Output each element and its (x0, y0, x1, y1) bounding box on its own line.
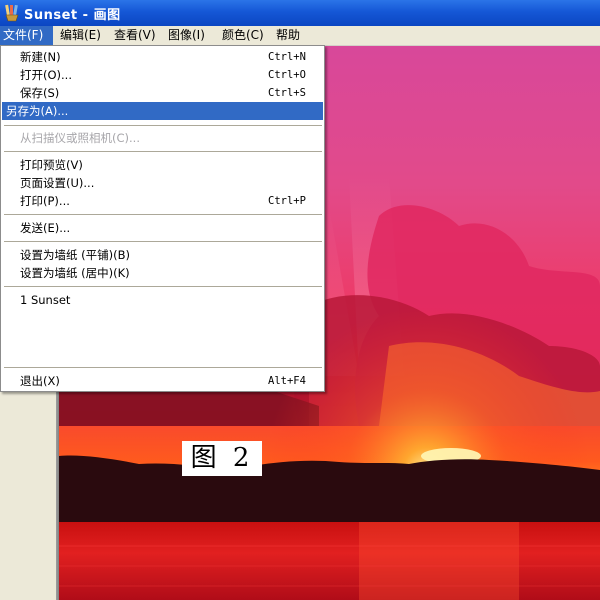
menu-item-send-label: 发送(E)... (20, 221, 71, 235)
title-bar: Sunset - 画图 (0, 0, 600, 26)
menu-item-exit-shortcut: Alt+F4 (268, 375, 306, 387)
menu-edit[interactable]: 编辑(E) (57, 26, 105, 45)
menu-separator (4, 151, 322, 152)
menu-separator (4, 125, 322, 126)
figure-caption: 图 2 (182, 441, 262, 476)
menu-item-new-label: 新建(N) (20, 50, 61, 64)
menu-item-page-setup-label: 页面设置(U)... (20, 176, 95, 190)
menu-image[interactable]: 图像(I) (165, 26, 213, 45)
menu-item-open-label: 打开(O)... (20, 68, 72, 82)
menu-item-save-label: 保存(S) (20, 86, 60, 100)
menu-separator (4, 367, 322, 368)
menu-help[interactable]: 帮助(H) (273, 26, 321, 61)
menu-item-page-setup[interactable]: 页面设置(U)... (2, 174, 323, 192)
menu-item-save[interactable]: 保存(S) Ctrl+S (2, 84, 323, 102)
menu-item-save-shortcut: Ctrl+S (268, 87, 306, 99)
menu-item-print[interactable]: 打印(P)... Ctrl+P (2, 192, 323, 210)
menu-bar: 文件(F) 编辑(E) 查看(V) 图像(I) 颜色(C) 帮助(H) (0, 26, 600, 61)
menu-item-save-as[interactable]: 另存为(A)... (2, 102, 323, 120)
menu-separator (4, 214, 322, 215)
menu-item-open[interactable]: 打开(O)... Ctrl+O (2, 66, 323, 84)
file-menu-dropdown: 新建(N) Ctrl+N 打开(O)... Ctrl+O 保存(S) Ctrl+… (0, 45, 325, 392)
menu-item-open-shortcut: Ctrl+O (268, 69, 306, 81)
menu-item-save-as-label: 另存为(A)... (6, 104, 69, 118)
menu-view[interactable]: 查看(V) (111, 26, 159, 45)
menu-item-wallpaper-centered-label: 设置为墙纸 (居中)(K) (20, 266, 130, 280)
menu-item-exit-label: 退出(X) (20, 374, 60, 388)
menu-colors[interactable]: 颜色(C) (219, 26, 267, 45)
menu-file[interactable]: 文件(F) (0, 26, 53, 45)
menu-item-wallpaper-tiled[interactable]: 设置为墙纸 (平铺)(B) (2, 246, 323, 264)
menu-item-wallpaper-tiled-label: 设置为墙纸 (平铺)(B) (20, 248, 130, 262)
menu-item-exit[interactable]: 退出(X) Alt+F4 (2, 372, 323, 390)
paint-brush-icon (5, 4, 19, 22)
menu-item-wallpaper-centered[interactable]: 设置为墙纸 (居中)(K) (2, 264, 323, 282)
menu-item-print-shortcut: Ctrl+P (268, 195, 306, 207)
menu-item-print-preview-label: 打印预览(V) (20, 158, 83, 172)
menu-item-from-scanner[interactable]: 从扫描仪或照相机(C)... (2, 129, 323, 147)
menu-separator (4, 241, 322, 242)
menu-item-print-label: 打印(P)... (20, 194, 70, 208)
menu-item-from-scanner-label: 从扫描仪或照相机(C)... (20, 131, 140, 145)
menu-item-recent-file[interactable]: 1 Sunset (2, 291, 323, 309)
menu-item-print-preview[interactable]: 打印预览(V) (2, 156, 323, 174)
window-title: Sunset - 画图 (24, 8, 121, 23)
menu-item-recent-file-label: 1 Sunset (20, 293, 71, 307)
menu-item-new[interactable]: 新建(N) Ctrl+N (2, 48, 323, 66)
menu-item-send[interactable]: 发送(E)... (2, 219, 323, 237)
menu-item-new-shortcut: Ctrl+N (268, 51, 306, 63)
menu-separator (4, 286, 322, 287)
